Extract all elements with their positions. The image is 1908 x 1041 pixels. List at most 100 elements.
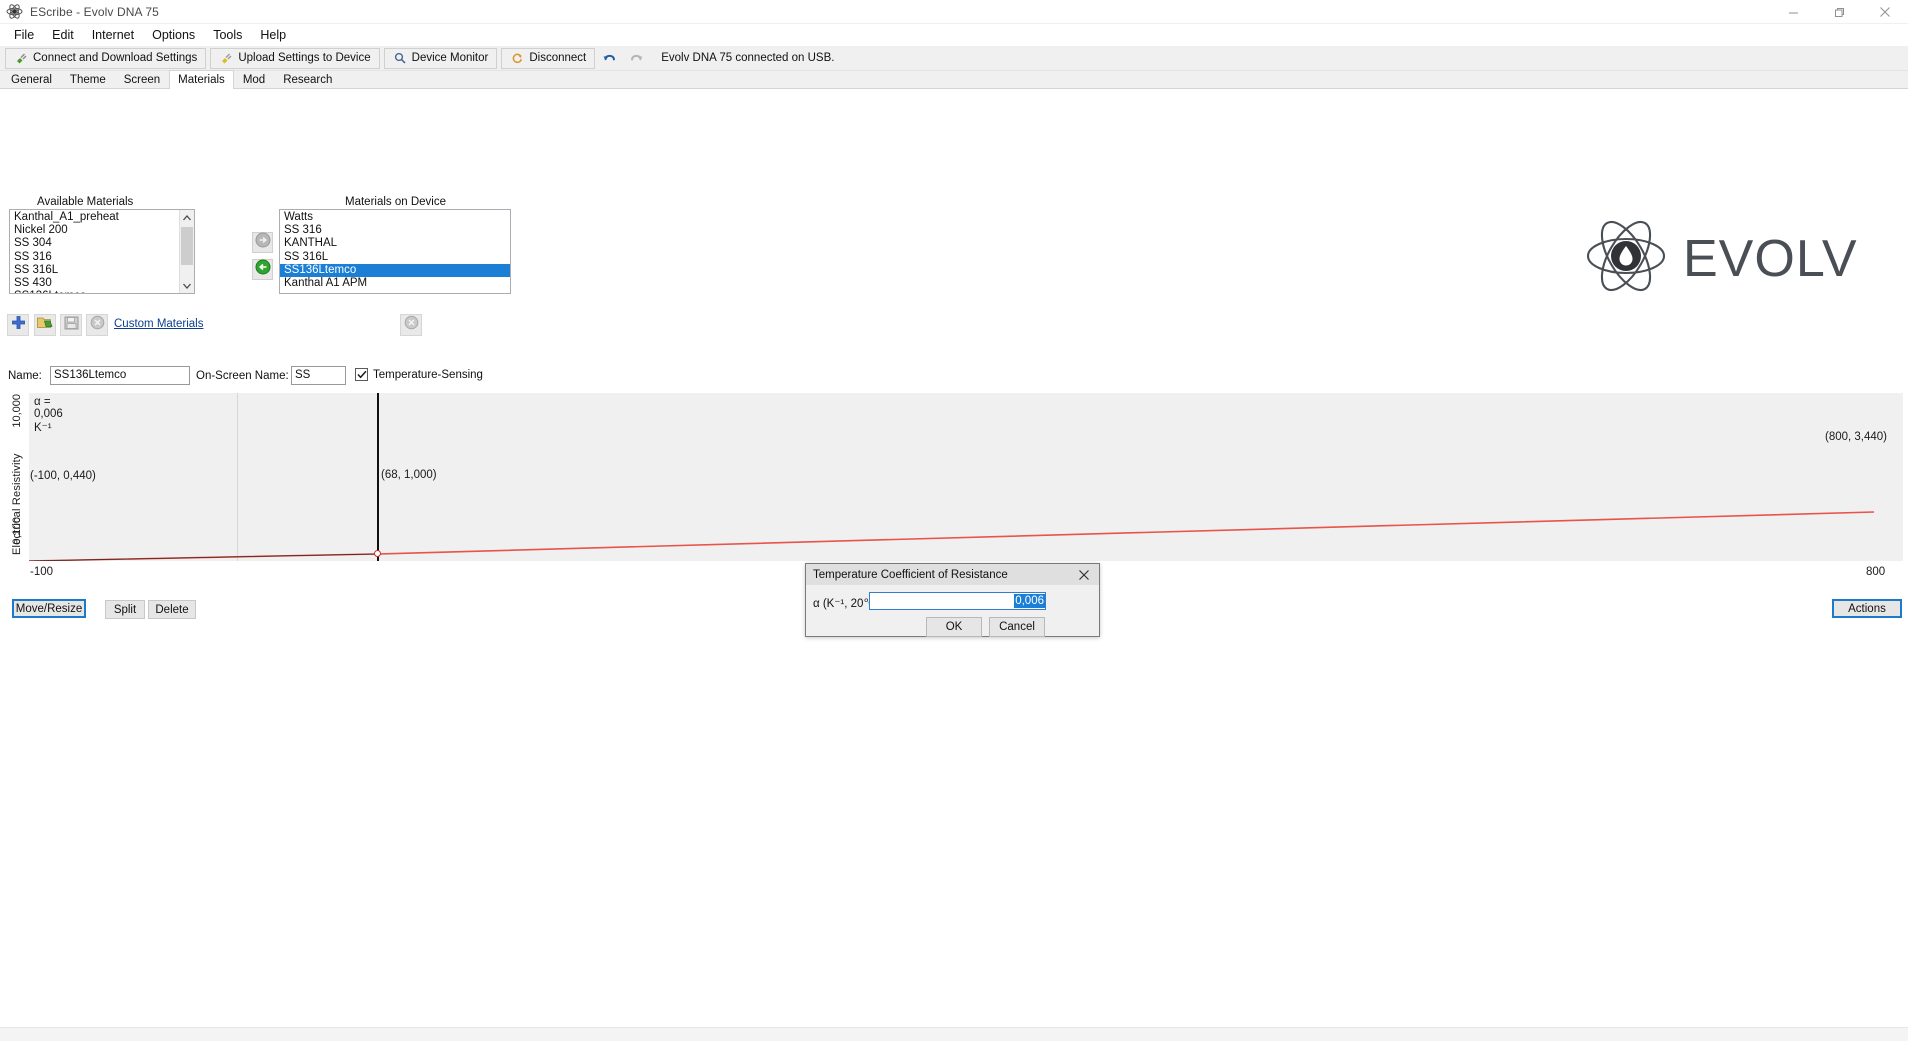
materials-on-device-list[interactable]: Watts SS 316 KANTHAL SS 316L SS136Ltemco… <box>279 209 511 294</box>
actions-button[interactable]: Actions <box>1832 599 1902 618</box>
delete-device-material-button[interactable] <box>400 314 422 336</box>
list-item[interactable]: Kanthal_A1_preheat <box>12 211 194 224</box>
upload-settings-to-device-button[interactable]: Upload Settings to Device <box>210 48 379 69</box>
list-item[interactable]: SS 316L <box>12 264 194 277</box>
window-controls <box>1770 0 1908 24</box>
device-monitor-label: Device Monitor <box>412 52 489 64</box>
delete-material-button[interactable] <box>86 314 108 336</box>
dialog-title: Temperature Coefficient of Resistance <box>813 569 1008 581</box>
list-item[interactable]: KANTHAL <box>280 237 510 250</box>
minimize-button[interactable] <box>1770 0 1816 24</box>
menu-internet[interactable]: Internet <box>83 25 143 45</box>
alpha-input-value: 0,006 <box>1014 594 1045 608</box>
connect-and-download-settings-label: Connect and Download Settings <box>33 52 197 64</box>
materials-on-device-header: Materials on Device <box>345 196 446 208</box>
atom-icon <box>6 3 23 20</box>
undo-icon <box>603 51 617 65</box>
chart-y-tick-bottom: 0,100 <box>11 517 23 545</box>
redo-button[interactable] <box>625 48 647 69</box>
magnifier-icon <box>393 51 407 65</box>
disconnect-label: Disconnect <box>529 52 586 64</box>
upload-settings-to-device-label: Upload Settings to Device <box>238 52 370 64</box>
window-title: EScribe - Evolv DNA 75 <box>30 5 159 19</box>
chart-x-tick-min: -100 <box>30 566 53 578</box>
evolv-wordmark: EVOLV <box>1683 229 1858 289</box>
available-materials-list[interactable]: Kanthal_A1_preheat Nickel 200 SS 304 SS … <box>9 209 195 294</box>
temperature-coefficient-dialog: Temperature Coefficient of Resistance α … <box>805 563 1100 637</box>
list-item[interactable]: Kanthal A1 APM <box>280 277 510 290</box>
list-item[interactable]: SS 304 <box>12 237 194 250</box>
menu-edit[interactable]: Edit <box>43 25 83 45</box>
save-disk-icon <box>64 316 79 335</box>
custom-materials-link[interactable]: Custom Materials <box>114 318 203 330</box>
connection-status-text: Evolv DNA 75 connected on USB. <box>661 52 834 64</box>
tab-theme[interactable]: Theme <box>61 71 115 89</box>
scroll-down-arrow[interactable] <box>180 278 194 293</box>
onscreen-name-input[interactable]: SS <box>291 366 346 385</box>
plus-icon <box>11 315 26 335</box>
chart-point-label-right: (800, 3,440) <box>1825 431 1887 443</box>
tab-screen[interactable]: Screen <box>115 71 169 89</box>
list-item[interactable]: SS 316 <box>280 224 510 237</box>
connect-and-download-settings-button[interactable]: Connect and Download Settings <box>5 48 206 69</box>
menubar: File Edit Internet Options Tools Help <box>0 24 1908 46</box>
list-item[interactable]: SS 316L <box>280 251 510 264</box>
tab-research[interactable]: Research <box>274 71 341 89</box>
dialog-titlebar: Temperature Coefficient of Resistance <box>806 564 1099 585</box>
name-label: Name: <box>8 370 42 382</box>
alpha-input[interactable]: 0,006 <box>869 592 1046 610</box>
new-material-button[interactable] <box>7 314 29 336</box>
evolv-logo: EVOLV <box>1585 217 1858 300</box>
move-resize-button[interactable]: Move/Resize <box>12 599 86 618</box>
device-monitor-button[interactable]: Device Monitor <box>384 48 498 69</box>
atom-logo-icon <box>1585 217 1667 300</box>
temperature-sensing-label: Temperature-Sensing <box>373 369 483 381</box>
split-button[interactable]: Split <box>105 600 145 619</box>
save-material-button[interactable] <box>60 314 82 336</box>
folder-open-icon <box>37 316 53 335</box>
undo-button[interactable] <box>599 48 621 69</box>
chart-x-tick-max: 800 <box>1866 566 1885 578</box>
menu-file[interactable]: File <box>5 25 43 45</box>
dialog-cancel-button[interactable]: Cancel <box>989 617 1045 637</box>
add-to-device-button[interactable] <box>252 232 273 253</box>
tab-materials[interactable]: Materials <box>169 70 234 89</box>
chart-series-line <box>29 393 1903 561</box>
delete-button[interactable]: Delete <box>148 600 196 619</box>
menu-options[interactable]: Options <box>143 25 204 45</box>
temperature-sensing-checkbox[interactable] <box>355 368 368 381</box>
onscreen-name-label: On-Screen Name: <box>196 370 289 382</box>
list-item-selected[interactable]: SS136Ltemco <box>280 264 510 277</box>
list-item[interactable]: SS 430 <box>12 277 194 290</box>
tab-mod[interactable]: Mod <box>234 71 274 89</box>
chart-point-label-mid: (68, 1,000) <box>381 469 437 481</box>
close-button[interactable] <box>1862 0 1908 24</box>
scroll-up-arrow[interactable] <box>180 210 194 225</box>
window-titlebar: EScribe - Evolv DNA 75 <box>0 0 1908 24</box>
chart-y-tick-top: 10,000 <box>11 394 23 428</box>
open-material-button[interactable] <box>34 314 56 336</box>
list-item[interactable]: SS136Ltemco <box>12 290 194 294</box>
list-item[interactable]: SS 316 <box>12 251 194 264</box>
upload-plug-icon <box>219 51 233 65</box>
bottom-scroll-strip[interactable] <box>0 1027 1908 1041</box>
delete-circle-icon <box>404 315 419 335</box>
arrow-right-icon <box>255 232 271 253</box>
available-materials-scrollbar[interactable] <box>179 210 194 293</box>
list-item[interactable]: Nickel 200 <box>12 224 194 237</box>
remove-from-device-button[interactable] <box>252 259 273 280</box>
tabstrip: General Theme Screen Materials Mod Resea… <box>0 71 1908 89</box>
disconnect-button[interactable]: Disconnect <box>501 48 595 69</box>
tab-general[interactable]: General <box>2 71 61 89</box>
scrollbar-thumb[interactable] <box>181 227 193 265</box>
menu-tools[interactable]: Tools <box>204 25 251 45</box>
list-item[interactable]: Watts <box>280 211 510 224</box>
name-input[interactable]: SS136Ltemco <box>50 366 190 385</box>
maximize-button[interactable] <box>1816 0 1862 24</box>
dialog-ok-button[interactable]: OK <box>926 617 982 637</box>
chart-node-point[interactable] <box>374 550 381 557</box>
temperature-sensing-checkbox-wrap[interactable]: Temperature-Sensing <box>355 368 483 381</box>
menu-help[interactable]: Help <box>251 25 295 45</box>
dialog-close-button[interactable] <box>1069 564 1099 585</box>
available-materials-header: Available Materials <box>37 196 133 208</box>
